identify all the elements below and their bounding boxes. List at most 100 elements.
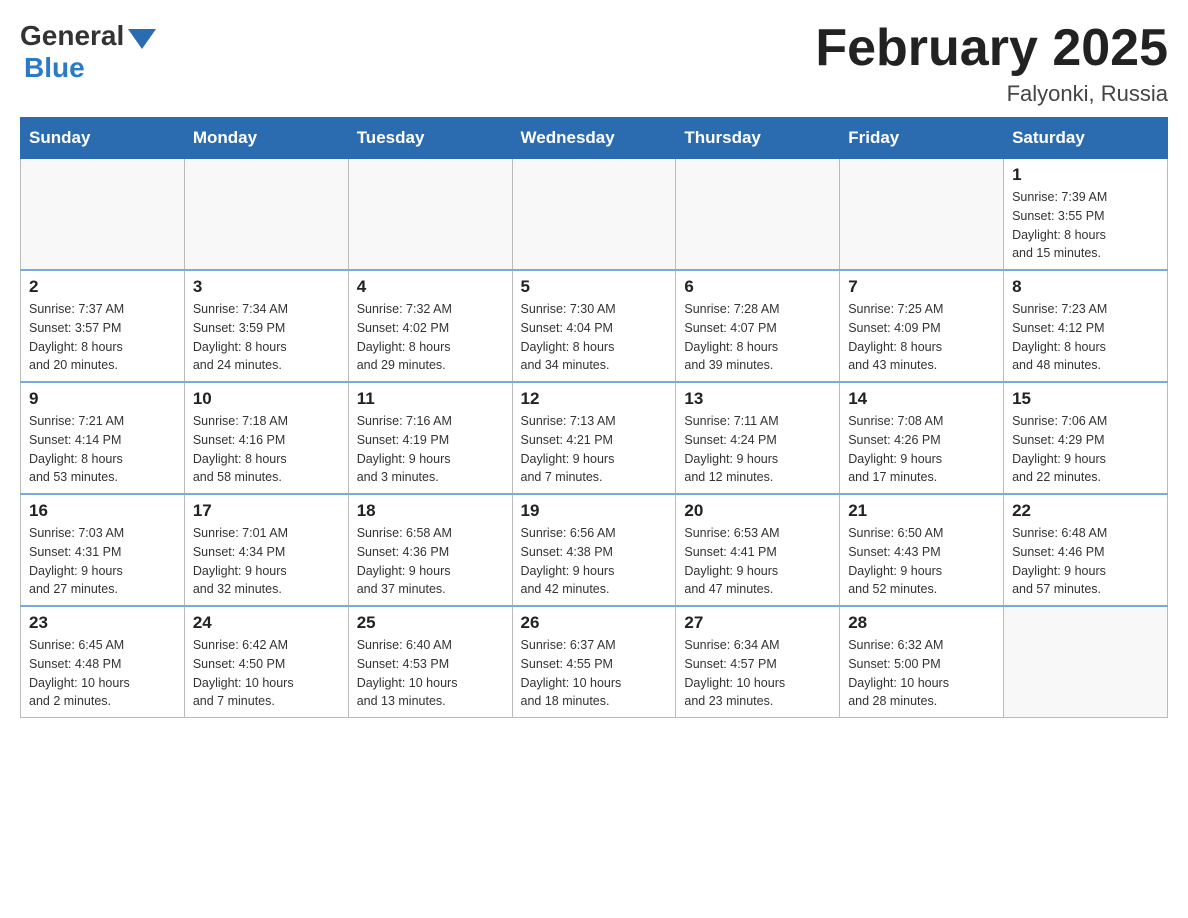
day-number: 12 — [521, 389, 668, 409]
day-number: 9 — [29, 389, 176, 409]
table-row: 24 Sunrise: 6:42 AM Sunset: 4:50 PM Dayli… — [184, 606, 348, 718]
day-info: Sunrise: 7:37 AM Sunset: 3:57 PM Dayligh… — [29, 300, 176, 375]
day-info: Sunrise: 7:21 AM Sunset: 4:14 PM Dayligh… — [29, 412, 176, 487]
day-info: Sunrise: 6:42 AM Sunset: 4:50 PM Dayligh… — [193, 636, 340, 711]
table-row: 21Sunrise: 6:50 AM Sunset: 4:43 PM Dayli… — [840, 494, 1004, 606]
logo-arrow-icon — [128, 29, 156, 49]
day-info: Sunrise: 6:37 AM Sunset: 4:55 PM Dayligh… — [521, 636, 668, 711]
calendar-week-row: 9 Sunrise: 7:21 AM Sunset: 4:14 PM Daylig… — [21, 382, 1168, 494]
logo: General Blue — [20, 20, 156, 84]
day-number: 8 — [1012, 277, 1159, 297]
table-row: 7 Sunrise: 7:25 AM Sunset: 4:09 PM Daylig… — [840, 270, 1004, 382]
table-row: 14 Sunrise: 7:08 AM Sunset: 4:26 PM Dayli… — [840, 382, 1004, 494]
table-row — [184, 159, 348, 271]
table-row: 18 Sunrise: 6:58 AM Sunset: 4:36 PM Dayli… — [348, 494, 512, 606]
title-block: February 2025 Falyonki, Russia — [815, 20, 1168, 107]
table-row: 8 Sunrise: 7:23 AM Sunset: 4:12 PM Daylig… — [1004, 270, 1168, 382]
day-number: 10 — [193, 389, 340, 409]
day-number: 23 — [29, 613, 176, 633]
day-number: 25 — [357, 613, 504, 633]
day-info: Sunrise: 6:50 AM Sunset: 4:43 PM Dayligh… — [848, 524, 995, 599]
table-row: 1 Sunrise: 7:39 AM Sunset: 3:55 PM Daylig… — [1004, 159, 1168, 271]
day-number: 20 — [684, 501, 831, 521]
calendar-header-row: Sunday Monday Tuesday Wednesday Thursday… — [21, 118, 1168, 159]
col-thursday: Thursday — [676, 118, 840, 159]
day-info: Sunrise: 6:34 AM Sunset: 4:57 PM Dayligh… — [684, 636, 831, 711]
col-saturday: Saturday — [1004, 118, 1168, 159]
table-row: 27 Sunrise: 6:34 AM Sunset: 4:57 PM Dayli… — [676, 606, 840, 718]
day-number: 26 — [521, 613, 668, 633]
page-header: General Blue February 2025 Falyonki, Rus… — [20, 20, 1168, 107]
day-info: Sunrise: 7:06 AM Sunset: 4:29 PM Dayligh… — [1012, 412, 1159, 487]
table-row: 11 Sunrise: 7:16 AM Sunset: 4:19 PM Dayli… — [348, 382, 512, 494]
day-number: 16 — [29, 501, 176, 521]
table-row: 10 Sunrise: 7:18 AM Sunset: 4:16 PM Dayli… — [184, 382, 348, 494]
day-info: Sunrise: 6:53 AM Sunset: 4:41 PM Dayligh… — [684, 524, 831, 599]
day-info: Sunrise: 7:08 AM Sunset: 4:26 PM Dayligh… — [848, 412, 995, 487]
day-number: 24 — [193, 613, 340, 633]
day-info: Sunrise: 6:40 AM Sunset: 4:53 PM Dayligh… — [357, 636, 504, 711]
day-number: 3 — [193, 277, 340, 297]
day-number: 18 — [357, 501, 504, 521]
calendar-week-row: 23 Sunrise: 6:45 AM Sunset: 4:48 PM Dayli… — [21, 606, 1168, 718]
table-row: 17 Sunrise: 7:01 AM Sunset: 4:34 PM Dayli… — [184, 494, 348, 606]
table-row: 3 Sunrise: 7:34 AM Sunset: 3:59 PM Daylig… — [184, 270, 348, 382]
table-row: 13Sunrise: 7:11 AM Sunset: 4:24 PM Dayli… — [676, 382, 840, 494]
logo-general-text: General — [20, 20, 124, 52]
day-info: Sunrise: 6:48 AM Sunset: 4:46 PM Dayligh… — [1012, 524, 1159, 599]
day-info: Sunrise: 6:56 AM Sunset: 4:38 PM Dayligh… — [521, 524, 668, 599]
table-row: 20 Sunrise: 6:53 AM Sunset: 4:41 PM Dayli… — [676, 494, 840, 606]
table-row: 4 Sunrise: 7:32 AM Sunset: 4:02 PM Daylig… — [348, 270, 512, 382]
day-number: 5 — [521, 277, 668, 297]
day-info: Sunrise: 7:23 AM Sunset: 4:12 PM Dayligh… — [1012, 300, 1159, 375]
day-info: Sunrise: 7:16 AM Sunset: 4:19 PM Dayligh… — [357, 412, 504, 487]
day-info: Sunrise: 7:25 AM Sunset: 4:09 PM Dayligh… — [848, 300, 995, 375]
day-number: 22 — [1012, 501, 1159, 521]
table-row: 15 Sunrise: 7:06 AM Sunset: 4:29 PM Dayli… — [1004, 382, 1168, 494]
day-info: Sunrise: 6:32 AM Sunset: 5:00 PM Dayligh… — [848, 636, 995, 711]
table-row: 6Sunrise: 7:28 AM Sunset: 4:07 PM Daylig… — [676, 270, 840, 382]
table-row — [21, 159, 185, 271]
calendar-week-row: 1 Sunrise: 7:39 AM Sunset: 3:55 PM Daylig… — [21, 159, 1168, 271]
day-number: 11 — [357, 389, 504, 409]
col-tuesday: Tuesday — [348, 118, 512, 159]
col-sunday: Sunday — [21, 118, 185, 159]
calendar-week-row: 16 Sunrise: 7:03 AM Sunset: 4:31 PM Dayli… — [21, 494, 1168, 606]
calendar-week-row: 2Sunrise: 7:37 AM Sunset: 3:57 PM Daylig… — [21, 270, 1168, 382]
table-row — [1004, 606, 1168, 718]
table-row: 2Sunrise: 7:37 AM Sunset: 3:57 PM Daylig… — [21, 270, 185, 382]
day-number: 13 — [684, 389, 831, 409]
day-number: 7 — [848, 277, 995, 297]
day-number: 17 — [193, 501, 340, 521]
day-info: Sunrise: 7:34 AM Sunset: 3:59 PM Dayligh… — [193, 300, 340, 375]
day-number: 28 — [848, 613, 995, 633]
table-row — [840, 159, 1004, 271]
day-info: Sunrise: 7:18 AM Sunset: 4:16 PM Dayligh… — [193, 412, 340, 487]
day-info: Sunrise: 7:28 AM Sunset: 4:07 PM Dayligh… — [684, 300, 831, 375]
day-number: 4 — [357, 277, 504, 297]
day-number: 1 — [1012, 165, 1159, 185]
page-subtitle: Falyonki, Russia — [815, 81, 1168, 107]
col-friday: Friday — [840, 118, 1004, 159]
logo-blue-text: Blue — [24, 52, 85, 84]
day-info: Sunrise: 7:32 AM Sunset: 4:02 PM Dayligh… — [357, 300, 504, 375]
calendar-table: Sunday Monday Tuesday Wednesday Thursday… — [20, 117, 1168, 718]
table-row: 26 Sunrise: 6:37 AM Sunset: 4:55 PM Dayli… — [512, 606, 676, 718]
col-wednesday: Wednesday — [512, 118, 676, 159]
day-info: Sunrise: 7:03 AM Sunset: 4:31 PM Dayligh… — [29, 524, 176, 599]
day-info: Sunrise: 7:39 AM Sunset: 3:55 PM Dayligh… — [1012, 188, 1159, 263]
table-row: 5Sunrise: 7:30 AM Sunset: 4:04 PM Daylig… — [512, 270, 676, 382]
day-info: Sunrise: 7:13 AM Sunset: 4:21 PM Dayligh… — [521, 412, 668, 487]
day-info: Sunrise: 7:01 AM Sunset: 4:34 PM Dayligh… — [193, 524, 340, 599]
day-info: Sunrise: 6:45 AM Sunset: 4:48 PM Dayligh… — [29, 636, 176, 711]
day-number: 14 — [848, 389, 995, 409]
table-row: 9 Sunrise: 7:21 AM Sunset: 4:14 PM Daylig… — [21, 382, 185, 494]
table-row: 28 Sunrise: 6:32 AM Sunset: 5:00 PM Dayli… — [840, 606, 1004, 718]
table-row: 25 Sunrise: 6:40 AM Sunset: 4:53 PM Dayli… — [348, 606, 512, 718]
table-row: 16 Sunrise: 7:03 AM Sunset: 4:31 PM Dayli… — [21, 494, 185, 606]
day-number: 15 — [1012, 389, 1159, 409]
day-number: 27 — [684, 613, 831, 633]
day-info: Sunrise: 6:58 AM Sunset: 4:36 PM Dayligh… — [357, 524, 504, 599]
table-row: 22 Sunrise: 6:48 AM Sunset: 4:46 PM Dayli… — [1004, 494, 1168, 606]
col-monday: Monday — [184, 118, 348, 159]
